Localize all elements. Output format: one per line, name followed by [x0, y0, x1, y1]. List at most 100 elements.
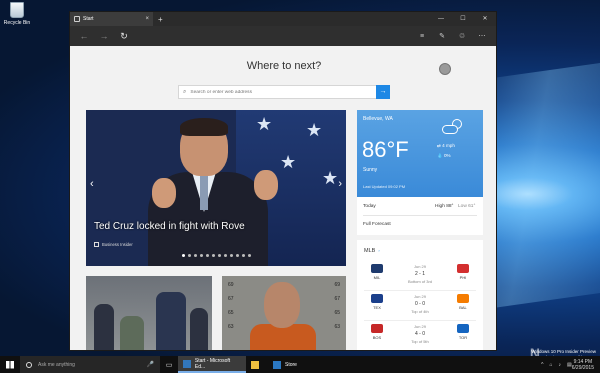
weather-card[interactable]: Bellevue, WA 86°F ⇄ 4 mph 💧 0% Sunny Las…: [357, 110, 483, 197]
carousel-next-button[interactable]: ›: [338, 178, 342, 190]
recycle-bin[interactable]: Recycle Bin: [2, 2, 32, 26]
profile-avatar-icon[interactable]: [439, 63, 451, 75]
new-tab-button[interactable]: +: [158, 15, 163, 24]
hero-source: Business Insider: [94, 242, 133, 247]
hero-person-image: [148, 118, 278, 266]
partly-sunny-icon: [442, 119, 464, 135]
carousel-dot[interactable]: [230, 254, 233, 257]
carousel-dots: [182, 254, 254, 257]
edge-icon: [183, 359, 191, 368]
team-logo-icon: [371, 324, 383, 333]
mlb-title[interactable]: MLB ›: [364, 248, 380, 254]
nav-bar: ← → ↻ ≡ ✎ ♲ ⋯: [70, 26, 496, 46]
carousel-dot[interactable]: [248, 254, 251, 257]
close-button[interactable]: ✕: [474, 12, 496, 26]
home-team: BOS: [365, 324, 389, 340]
tab-close-icon[interactable]: ×: [145, 16, 149, 22]
mlb-game-row[interactable]: TEX Jun 29 0 - 0 Top of 4th BAL: [357, 292, 483, 326]
explorer-icon: [251, 360, 259, 369]
carousel-dot[interactable]: [236, 254, 239, 257]
minimize-button[interactable]: —: [430, 12, 452, 26]
taskbar-app-store[interactable]: Store: [268, 356, 302, 373]
game-score: 0 - 0: [414, 301, 425, 307]
carousel-dot[interactable]: [182, 254, 185, 257]
game-status: Top of 4th: [411, 309, 429, 314]
carousel-dot[interactable]: [224, 254, 227, 257]
cortana-search[interactable]: Ask me anything 🎤: [20, 356, 160, 373]
carousel-dot[interactable]: [212, 254, 215, 257]
maximize-button[interactable]: ☐: [452, 12, 474, 26]
mlb-card: MLB › MIL Jun 29 2 - 1 Bottom of 3rd PHI TEX Ju…: [357, 240, 483, 350]
weather-today: Today High 88° Low 61° Full Forecast: [357, 197, 483, 235]
chevron-right-icon: ›: [378, 248, 380, 253]
recycle-bin-icon: [10, 2, 24, 18]
star-icon: ★: [306, 120, 323, 140]
precip-value: 0%: [444, 153, 451, 158]
weather-location: Bellevue, WA: [363, 116, 393, 122]
hub-icon[interactable]: ≡: [412, 33, 432, 40]
game-date: Jun 29: [413, 324, 426, 329]
start-button[interactable]: [0, 356, 20, 373]
forward-button[interactable]: →: [94, 31, 114, 41]
news-thumbnail-mugshot[interactable]: 69 67 65 63 69 67 65 63: [222, 276, 346, 350]
taskbar-app-explorer[interactable]: [246, 356, 268, 373]
taskbar-apps: Start - Microsoft Ed... Store: [178, 356, 302, 373]
game-status: Bottom of 3rd: [407, 279, 432, 284]
team-logo-icon: [457, 294, 469, 303]
source-logo-icon: [94, 242, 99, 247]
search-input[interactable]: [190, 89, 371, 95]
clock-time: 9:14 PM: [573, 358, 593, 365]
cortana-placeholder: Ask me anything: [38, 361, 75, 368]
share-icon[interactable]: ♲: [452, 32, 472, 40]
carousel-dot[interactable]: [242, 254, 245, 257]
today-label: Today: [363, 204, 376, 209]
clock[interactable]: 9:14 PM 6/29/2015: [572, 359, 594, 371]
store-icon: [273, 360, 281, 369]
page-icon: [74, 16, 80, 22]
weather-temperature: 86°F: [362, 137, 409, 162]
low-temp: Low 61°: [458, 204, 476, 209]
tab-bar: Start × + — ☐ ✕: [70, 12, 496, 26]
game-score: 2 - 1: [414, 271, 425, 277]
web-note-icon[interactable]: ✎: [432, 32, 452, 40]
page-heading: Where to next?: [246, 60, 322, 72]
carousel-dot[interactable]: [194, 254, 197, 257]
weather-precip: 💧 0%: [437, 153, 451, 158]
tab-start[interactable]: Start ×: [70, 12, 153, 26]
full-forecast-link[interactable]: Full Forecast: [363, 222, 391, 227]
go-arrow-icon[interactable]: →: [376, 85, 390, 99]
team-logo-icon: [457, 324, 469, 333]
recycle-bin-label: Recycle Bin: [3, 20, 31, 26]
back-button[interactable]: ←: [74, 31, 94, 41]
microphone-icon[interactable]: 🎤: [147, 361, 154, 368]
edge-window: Start × + — ☐ ✕ ← → ↻ ≡ ✎ ♲ ⋯ Where to n…: [69, 11, 497, 351]
network-icon[interactable]: ⌂: [549, 362, 552, 368]
carousel-dot[interactable]: [200, 254, 203, 257]
carousel-dot[interactable]: [206, 254, 209, 257]
mlb-game-row[interactable]: BOS Jun 29 4 - 0 Top of 5th TOR: [357, 322, 483, 350]
weather-condition: Sunny: [363, 167, 378, 173]
hero-carousel[interactable]: ★ ★ ★ ★ ‹ › Ted Cruz locked in fight wit…: [86, 110, 346, 266]
high-temp: High 88°: [435, 204, 454, 209]
watermark-line1: Windows 10 Pro Insider Preview: [531, 349, 596, 354]
hero-headline[interactable]: Ted Cruz locked in fight with Rove: [94, 221, 245, 232]
mlb-game-row[interactable]: MIL Jun 29 2 - 1 Bottom of 3rd PHI: [357, 262, 483, 296]
taskbar-app-edge[interactable]: Start - Microsoft Ed...: [178, 356, 246, 373]
carousel-dot[interactable]: [218, 254, 221, 257]
cortana-icon: [26, 361, 32, 368]
task-view-icon[interactable]: ▭: [160, 356, 178, 373]
carousel-dot[interactable]: [188, 254, 191, 257]
carousel-prev-button[interactable]: ‹: [90, 178, 94, 190]
star-icon: ★: [322, 168, 339, 188]
tray-chevron-icon[interactable]: ^: [541, 362, 543, 368]
window-controls: — ☐ ✕: [430, 12, 496, 26]
weather-updated: Last Updated 09:02 PM: [363, 184, 406, 189]
more-icon[interactable]: ⋯: [472, 32, 492, 40]
search-box: ⌕ →: [178, 85, 390, 99]
taskbar: Ask me anything 🎤 ▭ Start - Microsoft Ed…: [0, 356, 600, 373]
game-date: Jun 29: [413, 264, 426, 269]
volume-icon[interactable]: ♪: [559, 362, 562, 368]
refresh-button[interactable]: ↻: [114, 31, 134, 42]
news-thumbnail-police[interactable]: [86, 276, 212, 350]
hero-source-label: Business Insider: [102, 242, 133, 247]
